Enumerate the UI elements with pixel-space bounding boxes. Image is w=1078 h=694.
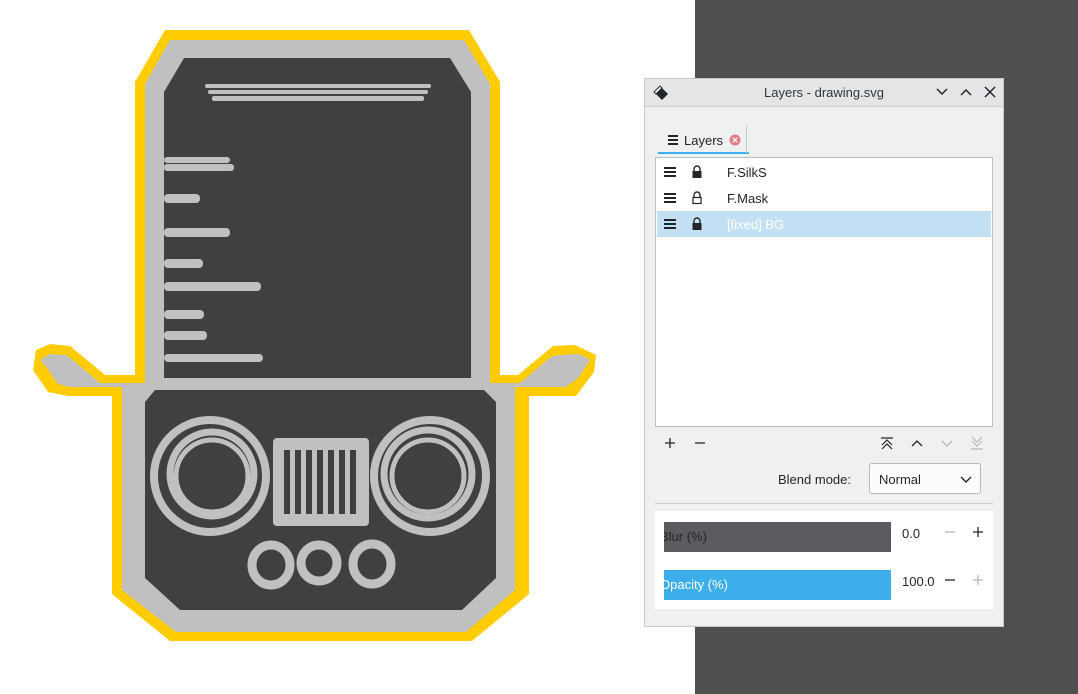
chevron-down-icon [941,440,953,447]
blur-value-box[interactable]: 0.0 [900,511,993,555]
layers-dialog: Layers - drawing.svg Layers F.SilkS F.Ma… [644,78,1004,627]
dialog-titlebar[interactable]: Layers - drawing.svg [645,79,1003,107]
tab-layers[interactable]: Layers [658,128,750,154]
layer-row[interactable]: F.SilkS [657,159,991,185]
layer-toolbar [655,432,993,454]
chevron-down-icon [936,88,948,96]
blend-mode-select[interactable]: Normal [869,463,981,494]
window-title: Layers - drawing.svg [764,85,884,100]
add-layer-button[interactable] [662,435,678,451]
layer-name: F.SilkS [727,165,767,180]
close-icon [984,86,996,98]
blur-increment-button[interactable] [971,525,985,539]
opacity-slider[interactable]: Opacity (%) [664,570,891,600]
lock-closed-icon[interactable] [690,217,704,231]
layer-name: [fixed] BG [727,217,785,232]
maximize-button[interactable] [959,85,973,99]
plus-icon [973,575,983,585]
opacity-increment-button[interactable] [971,573,985,587]
layer-row-selected[interactable]: [fixed] BG [657,211,991,237]
opacity-decrement-button[interactable] [943,573,957,587]
layer-row[interactable]: F.Mask [657,185,991,211]
separator [655,503,993,504]
chevron-down-icon [960,476,972,483]
minus-icon [945,531,955,533]
double-chevron-down-icon [971,436,983,450]
move-down-button[interactable] [939,435,955,451]
remove-layer-button[interactable] [692,435,708,451]
move-up-button[interactable] [909,435,925,451]
layer-name: F.Mask [727,191,769,206]
minus-icon [945,579,955,581]
minimize-button[interactable] [935,85,949,99]
layers-icon [668,135,678,145]
minus-icon [695,442,705,444]
blur-value: 0.0 [902,526,921,541]
chevron-up-icon [960,88,972,96]
move-to-bottom-button[interactable] [969,435,985,451]
opacity-value-box[interactable]: 100.0 [900,559,993,603]
slider-panel: Blur (%) 0.0 Opacity (%) 100.0 [655,511,993,609]
upper-dark-panel [164,58,471,378]
opacity-value: 100.0 [902,574,935,589]
move-to-top-button[interactable] [879,435,895,451]
blend-mode-label: Blend mode: [778,472,851,487]
lock-open-icon[interactable] [690,191,704,205]
tab-label: Layers [684,132,724,148]
drawing-canvas[interactable] [0,0,695,694]
plus-icon [973,527,983,537]
visibility-icon[interactable] [663,191,677,205]
tab-close-icon[interactable] [729,134,741,146]
chevron-up-icon [911,440,923,447]
lock-closed-icon[interactable] [690,165,704,179]
visibility-icon[interactable] [663,217,677,231]
opacity-label: Opacity (%) [664,577,728,592]
double-chevron-up-icon [881,437,893,450]
blend-mode-value: Normal [879,472,921,487]
visibility-icon[interactable] [663,165,677,179]
blur-slider[interactable]: Blur (%) [664,522,891,552]
close-button[interactable] [983,85,997,99]
blur-label: Blur (%) [664,529,707,544]
blur-decrement-button[interactable] [943,525,957,539]
layer-list[interactable]: F.SilkS F.Mask [fixed] BG [655,157,993,427]
tab-divider [746,125,747,153]
board-drawing [33,30,596,641]
plus-icon [665,438,675,448]
